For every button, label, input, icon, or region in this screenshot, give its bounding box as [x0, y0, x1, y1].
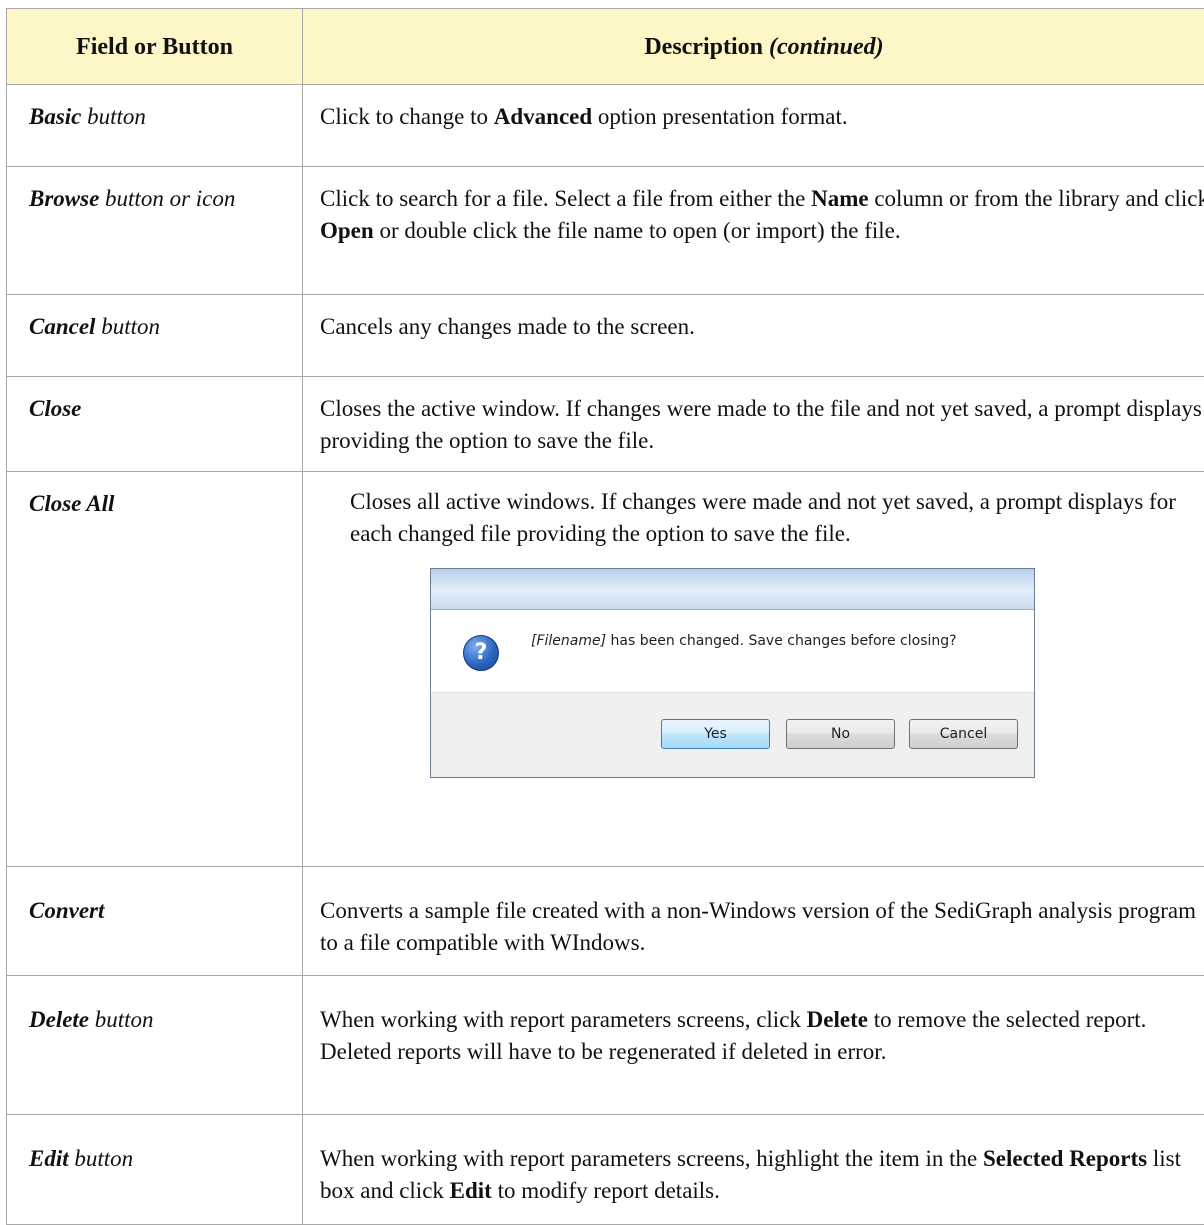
field-cell: Edit button — [7, 1115, 303, 1225]
field-name-suffix: button or icon — [99, 186, 235, 211]
field-cell: Delete button — [7, 976, 303, 1115]
cancel-button[interactable]: Cancel — [909, 719, 1018, 749]
field-cell: Close All — [7, 472, 303, 867]
description-text-segment: Cancels any changes made to the screen. — [320, 314, 695, 339]
field-cell: Close — [7, 377, 303, 472]
description-cell: Click to change to Advanced option prese… — [303, 85, 1204, 167]
description-cell: Click to search for a file. Select a fil… — [303, 167, 1204, 295]
column-header-description: Description (continued) — [303, 9, 1204, 85]
description-text-segment: to modify report details. — [492, 1178, 720, 1203]
dialog-button-bar: Yes No Cancel — [431, 692, 1034, 777]
table-row: Close All Closes all active windows. If … — [7, 472, 1204, 867]
field-name-suffix: button — [89, 1007, 154, 1032]
dialog-message-text: has been changed. Save changes before cl… — [606, 633, 957, 649]
dialog-title-bar — [431, 569, 1034, 610]
column-header-field: Field or Button — [7, 9, 303, 85]
description-cell: Cancels any changes made to the screen. — [303, 295, 1204, 377]
field-name: Close All — [29, 491, 114, 516]
field-description-table: Field or Button Description (continued) … — [6, 8, 1204, 1225]
dialog-message-filename: [Filename] — [531, 633, 606, 649]
field-name-suffix: button — [81, 104, 146, 129]
table-row: Cancel button Cancels any changes made t… — [7, 295, 1204, 377]
yes-button[interactable]: Yes — [661, 719, 770, 749]
description-cell: Converts a sample file created with a no… — [303, 867, 1204, 976]
field-name: Basic — [29, 104, 81, 129]
emphasized-term: Advanced — [494, 104, 592, 129]
table-row: Delete button When working with report p… — [7, 976, 1204, 1115]
description-text-segment: When working with report parameters scre… — [320, 1146, 983, 1171]
description-text-segment: or double click the file name to open (o… — [374, 218, 901, 243]
field-cell: Cancel button — [7, 295, 303, 377]
description-text-segment: column or from the library and click — [869, 186, 1204, 211]
description-text: Closes all active windows. If changes we… — [350, 486, 1204, 550]
column-header-description-label: Description — [644, 34, 769, 60]
field-name-suffix: button — [69, 1146, 134, 1171]
table-header-row: Field or Button Description (continued) — [7, 9, 1204, 85]
table-row: Close Closes the active window. If chang… — [7, 377, 1204, 472]
no-button[interactable]: No — [786, 719, 895, 749]
table-row: Basic button Click to change to Advanced… — [7, 85, 1204, 167]
field-name: Close — [29, 396, 81, 421]
table-row: Edit button When working with report par… — [7, 1115, 1204, 1225]
field-cell: Convert — [7, 867, 303, 976]
field-cell: Browse button or icon — [7, 167, 303, 295]
description-text-segment: option presentation format. — [592, 104, 848, 129]
save-changes-dialog: ? [Filename] has been changed. Save chan… — [430, 568, 1035, 778]
column-header-continued-label: (continued) — [769, 34, 884, 60]
emphasized-term: Edit — [450, 1178, 492, 1203]
description-text-segment: When working with report parameters scre… — [320, 1007, 807, 1032]
field-name: Cancel — [29, 314, 95, 339]
field-name: Browse — [29, 186, 99, 211]
description-cell: Closes all active windows. If changes we… — [303, 472, 1204, 867]
description-text-segment: Converts a sample file created with a no… — [320, 898, 1196, 955]
field-name: Delete — [29, 1007, 89, 1032]
field-name: Edit — [29, 1146, 69, 1171]
emphasized-term: Selected Reports — [983, 1146, 1147, 1171]
emphasized-term: Open — [320, 218, 374, 243]
table-row: Convert Converts a sample file created w… — [7, 867, 1204, 976]
description-text-segment: Closes all active windows. If changes we… — [350, 489, 1176, 546]
description-cell: When working with report parameters scre… — [303, 976, 1204, 1115]
emphasized-term: Name — [811, 186, 868, 211]
field-name: Convert — [29, 898, 104, 923]
description-text-segment: Closes the active window. If changes wer… — [320, 396, 1202, 453]
description-cell: Closes the active window. If changes wer… — [303, 377, 1204, 472]
emphasized-term: Delete — [807, 1007, 868, 1032]
field-cell: Basic button — [7, 85, 303, 167]
description-text-segment: Click to search for a file. Select a fil… — [320, 186, 811, 211]
table-row: Browse button or icon Click to search fo… — [7, 167, 1204, 295]
dialog-message: [Filename] has been changed. Save change… — [531, 631, 961, 651]
description-text-segment: Click to change to — [320, 104, 494, 129]
dialog-body: ? [Filename] has been changed. Save chan… — [431, 610, 1034, 693]
question-icon: ? — [463, 635, 499, 671]
description-cell: When working with report parameters scre… — [303, 1115, 1204, 1225]
field-name-suffix: button — [95, 314, 160, 339]
column-header-field-label: Field or Button — [76, 34, 233, 60]
